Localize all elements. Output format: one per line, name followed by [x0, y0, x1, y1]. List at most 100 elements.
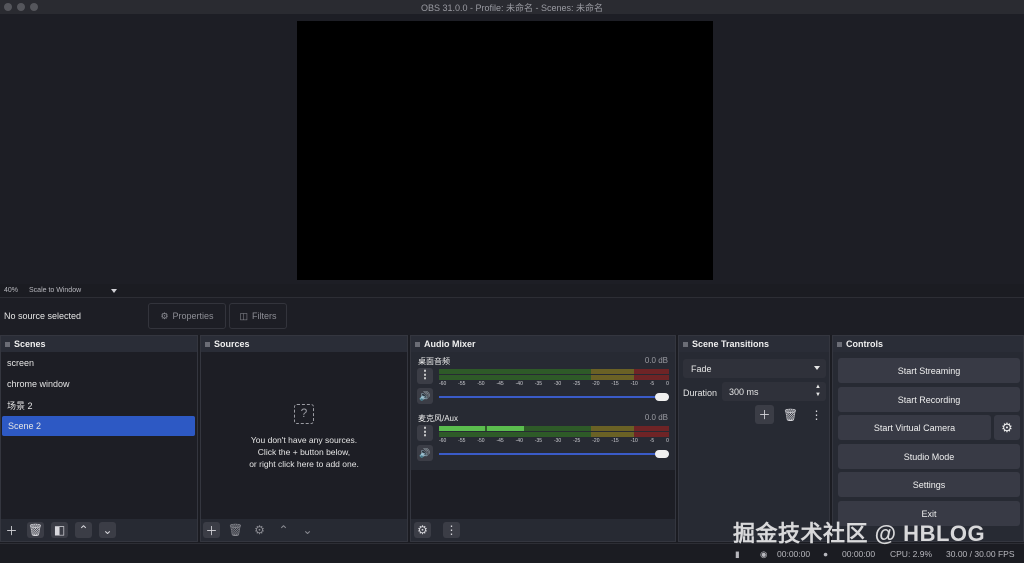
- mixer-channel: 桌面音频 0.0 dB ⋮ -60 -55 -50 -45 -40 -35 -3…: [413, 356, 673, 413]
- stream-status-icon: ◉: [760, 549, 768, 559]
- volume-slider[interactable]: [439, 450, 669, 458]
- remove-transition-button[interactable]: 🗑: [781, 405, 800, 424]
- scene-item-selected[interactable]: Scene 2: [2, 416, 195, 436]
- dock-handle-icon: [683, 341, 688, 347]
- chevron-down-icon[interactable]: [111, 288, 118, 293]
- more-vertical-icon: ⋮: [810, 407, 823, 422]
- mute-button[interactable]: 🔊: [417, 445, 433, 461]
- channel-menu-button[interactable]: ⋮: [417, 368, 433, 384]
- transition-select[interactable]: Fade: [683, 359, 826, 378]
- zoom-level: 40%: [4, 287, 19, 294]
- transitions-dock-header[interactable]: Scene Transitions: [679, 336, 829, 352]
- sources-dock-header[interactable]: Sources: [201, 336, 407, 352]
- add-scene-button[interactable]: ＋: [3, 522, 20, 538]
- signal-bars-icon: ▮: [735, 549, 740, 559]
- properties-button[interactable]: ⚙ Properties: [148, 303, 226, 329]
- scenes-title: Scenes: [14, 339, 46, 349]
- source-list[interactable]: ? You don't have any sources. Click the …: [201, 352, 407, 519]
- no-source-label: No source selected: [4, 311, 82, 321]
- scene-item[interactable]: screen: [1, 353, 197, 373]
- chevron-up-icon: ⌃: [278, 523, 289, 537]
- transition-tools: ＋ 🗑 ⋮: [755, 405, 826, 424]
- scale-mode-select[interactable]: Scale to Window: [29, 287, 81, 294]
- transition-menu-button[interactable]: ⋮: [807, 405, 826, 424]
- filter-icon: ◫: [239, 310, 248, 321]
- controls-dock-header[interactable]: Controls: [833, 336, 1023, 352]
- volume-slider[interactable]: [439, 393, 669, 401]
- tick-label: -10: [630, 381, 638, 387]
- dock-handle-icon: [5, 341, 10, 347]
- move-scene-down-button[interactable]: ⌄: [99, 522, 116, 538]
- move-source-down-button[interactable]: ⌄: [299, 522, 316, 538]
- close-window-button[interactable]: [4, 3, 12, 11]
- trash-icon: 🗑: [27, 523, 44, 537]
- volume-slider-handle[interactable]: [655, 393, 669, 401]
- trash-icon: 🗑: [227, 523, 244, 537]
- tick-label: -30: [553, 438, 562, 444]
- tick-label: -5: [649, 438, 655, 444]
- tick-label: -50: [477, 438, 485, 444]
- channel-menu-button[interactable]: ⋮: [417, 425, 433, 441]
- dock-handle-icon: [205, 341, 210, 347]
- tick-label: -55: [458, 381, 466, 387]
- tick-label: -55: [458, 438, 466, 444]
- channel-name: 桌面音频: [418, 357, 450, 366]
- scenes-dock-header[interactable]: Scenes: [1, 336, 197, 352]
- scene-filters-button[interactable]: ◧: [51, 522, 68, 538]
- preview-canvas[interactable]: [297, 21, 713, 280]
- gear-icon: ⚙: [254, 523, 265, 537]
- gear-icon: ⚙: [1001, 419, 1013, 435]
- mixer-channel: 麦克风/Aux 0.0 dB ⋮ -60 -55 -50 -45 -40 -35…: [413, 413, 673, 470]
- filter-icon: ◧: [53, 523, 66, 537]
- tick-label: 0: [666, 381, 669, 387]
- plus-icon: ＋: [5, 523, 18, 538]
- scene-item[interactable]: chrome window: [1, 374, 197, 394]
- filters-button[interactable]: ◫ Filters: [229, 303, 287, 329]
- speaker-icon: 🔊: [419, 448, 431, 458]
- dock-handle-icon: [837, 341, 842, 347]
- audio-mixer-title: Audio Mixer: [424, 339, 476, 349]
- tick-label: 0: [666, 438, 669, 444]
- virtual-camera-settings-button[interactable]: ⚙: [994, 415, 1020, 440]
- volume-slider-handle[interactable]: [655, 450, 669, 458]
- start-recording-button[interactable]: Start Recording: [838, 387, 1020, 412]
- scene-item[interactable]: 场景 2: [1, 395, 197, 415]
- filters-label: Filters: [252, 311, 277, 321]
- scene-list[interactable]: screen chrome window 场景 2 Scene 2: [1, 352, 197, 519]
- settings-button[interactable]: Settings: [838, 472, 1020, 497]
- tick-label: -15: [611, 438, 619, 444]
- studio-mode-button[interactable]: Studio Mode: [838, 444, 1020, 469]
- mixer-menu-button[interactable]: ⋮: [443, 522, 460, 538]
- controls-title: Controls: [846, 339, 883, 349]
- zoom-window-button[interactable]: [30, 3, 38, 11]
- chevron-up-icon: ⌃: [78, 523, 89, 537]
- remove-source-button[interactable]: 🗑: [227, 522, 244, 538]
- spin-arrows-icon[interactable]: ▲ ▼: [815, 383, 821, 399]
- tick-label: -25: [573, 381, 581, 387]
- source-properties-button[interactable]: ⚙: [251, 522, 268, 538]
- meter-scale: -60 -55 -50 -45 -40 -35 -30 -25 -20 -15 …: [439, 381, 669, 388]
- controls-dock: Controls Start Streaming Start Recording…: [832, 335, 1024, 542]
- minimize-window-button[interactable]: [17, 3, 25, 11]
- remove-scene-button[interactable]: 🗑: [27, 522, 44, 538]
- tick-label: -20: [592, 381, 600, 387]
- start-virtual-camera-button[interactable]: Start Virtual Camera: [838, 415, 991, 440]
- tick-label: -30: [553, 381, 562, 387]
- stream-time: 00:00:00: [777, 549, 811, 559]
- audio-mixer-dock-header[interactable]: Audio Mixer: [411, 336, 675, 352]
- preview-area[interactable]: [0, 14, 1024, 284]
- mute-button[interactable]: 🔊: [417, 388, 433, 404]
- tick-label: -10: [630, 438, 638, 444]
- add-transition-button[interactable]: ＋: [755, 405, 774, 424]
- question-icon: ?: [294, 404, 314, 424]
- gears-icon: ⚙: [417, 523, 428, 537]
- more-vertical-icon: ⋮: [419, 426, 431, 438]
- advanced-audio-button[interactable]: ⚙: [414, 522, 431, 538]
- duration-value: 300 ms: [729, 386, 759, 397]
- move-scene-up-button[interactable]: ⌃: [75, 522, 92, 538]
- move-source-up-button[interactable]: ⌃: [275, 522, 292, 538]
- tick-label: -25: [573, 438, 581, 444]
- start-streaming-button[interactable]: Start Streaming: [838, 358, 1020, 383]
- add-source-button[interactable]: ＋: [203, 522, 220, 538]
- duration-spinbox[interactable]: 300 ms ▲ ▼: [722, 382, 826, 401]
